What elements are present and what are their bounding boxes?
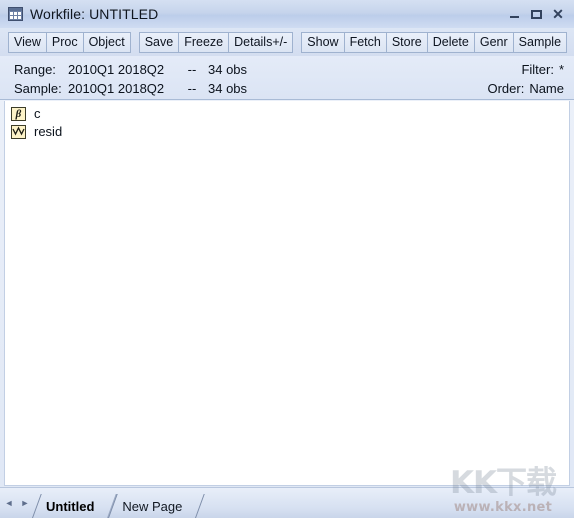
- title-bar: Workfile: UNTITLED ✕: [0, 0, 574, 28]
- workfile-range-sample: Range: 2010Q1 2018Q2 -- 34 obs Sample: 2…: [14, 60, 247, 98]
- workfile-grid-icon: [8, 7, 23, 21]
- freeze-button[interactable]: Freeze: [178, 31, 229, 53]
- tab-new-page-label: New Page: [122, 498, 183, 514]
- maximize-icon: [530, 9, 542, 19]
- workfile-filter-order: Filter: * Order: Name: [487, 60, 564, 98]
- filter-value: *: [558, 62, 564, 77]
- series-line-glyph: [12, 126, 25, 136]
- sample-obs: 34 obs: [208, 81, 248, 96]
- save-button[interactable]: Save: [138, 31, 179, 53]
- workfile-info-panel: Range: 2010Q1 2018Q2 -- 34 obs Sample: 2…: [0, 56, 574, 100]
- minimize-icon: [509, 16, 519, 18]
- series-line-icon: [11, 125, 26, 139]
- window-controls: ✕: [504, 0, 568, 28]
- store-button[interactable]: Store: [385, 31, 427, 53]
- object-list-panel[interactable]: β c resid: [4, 101, 570, 486]
- proc-button[interactable]: Proc: [45, 31, 83, 53]
- coefficient-beta-icon: β: [11, 107, 26, 121]
- genr-button[interactable]: Genr: [473, 31, 513, 53]
- range-obs: 34 obs: [208, 62, 248, 77]
- range-dash: --: [187, 62, 197, 77]
- toolbar: View Proc Object Save Freeze Details+/- …: [0, 28, 574, 56]
- tab-prev-arrow-icon[interactable]: ◄: [4, 497, 14, 509]
- toolbar-group-file: Save Freeze Details+/-: [138, 31, 294, 53]
- sample-button[interactable]: Sample: [512, 31, 568, 53]
- range-label: Range:: [14, 62, 56, 77]
- close-icon: ✕: [552, 6, 564, 22]
- page-tab-strip: ◄ ► Untitled New Page: [0, 487, 574, 518]
- object-list: β c resid: [5, 101, 569, 141]
- object-name-resid: resid: [34, 124, 63, 139]
- fetch-button[interactable]: Fetch: [343, 31, 386, 53]
- order-row[interactable]: Order: Name: [487, 79, 564, 98]
- tab-new-page[interactable]: New Page: [108, 494, 196, 518]
- tab-next-arrow-icon[interactable]: ►: [20, 497, 30, 509]
- tab-untitled-label: Untitled: [46, 498, 95, 514]
- beta-glyph: β: [15, 107, 22, 120]
- range-dates: 2010Q1 2018Q2: [68, 62, 165, 77]
- sample-label: Sample:: [14, 81, 62, 96]
- tab-untitled[interactable]: Untitled: [32, 494, 108, 518]
- filter-row[interactable]: Filter: *: [487, 60, 564, 79]
- close-button[interactable]: ✕: [548, 4, 568, 24]
- minimize-button[interactable]: [504, 4, 524, 24]
- sample-dash: --: [187, 81, 197, 96]
- view-button[interactable]: View: [8, 31, 46, 53]
- range-row[interactable]: Range: 2010Q1 2018Q2 -- 34 obs: [14, 60, 247, 79]
- show-button[interactable]: Show: [301, 31, 344, 53]
- order-label: Order:: [487, 81, 525, 96]
- object-name-c: c: [34, 106, 41, 121]
- toolbar-group-objects: Show Fetch Store Delete Genr Sample: [301, 31, 568, 53]
- window-title: Workfile: UNTITLED: [30, 6, 159, 22]
- sample-dates: 2010Q1 2018Q2: [68, 81, 165, 96]
- workfile-window: Workfile: UNTITLED ✕ View Proc Object Sa…: [0, 0, 574, 518]
- list-item[interactable]: β c: [11, 105, 569, 123]
- object-button[interactable]: Object: [82, 31, 131, 53]
- toolbar-group-primary: View Proc Object: [8, 31, 131, 53]
- maximize-button[interactable]: [526, 4, 546, 24]
- delete-button[interactable]: Delete: [426, 31, 474, 53]
- page-tabs: Untitled New Page: [32, 492, 196, 518]
- filter-label: Filter:: [521, 62, 554, 77]
- order-value: Name: [529, 81, 564, 96]
- sample-row[interactable]: Sample: 2010Q1 2018Q2 -- 34 obs: [14, 79, 247, 98]
- list-item[interactable]: resid: [11, 123, 569, 141]
- tab-nav-arrows: ◄ ►: [0, 491, 32, 518]
- details-button[interactable]: Details+/-: [228, 31, 294, 53]
